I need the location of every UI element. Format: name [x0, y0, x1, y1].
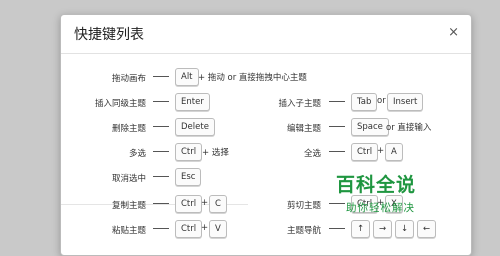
dash-separator [153, 176, 169, 177]
watermark-subtitle: 助你轻松解决 [346, 202, 415, 214]
shortcut-label: 剪切主题 [286, 201, 321, 211]
dash-separator [329, 151, 345, 152]
shortcut-row-delete: 删除主题 Delete [61, 118, 261, 136]
dash-separator [153, 101, 169, 102]
shortcut-label: 删除主题 [111, 124, 146, 134]
shortcut-description: + 拖动 or 直接拖拽中心主题 [198, 73, 307, 83]
shortcut-row-topic-nav: 主题导航 ↑ → ↓ ← [261, 220, 471, 238]
key-ctrl: Ctrl [351, 143, 379, 161]
key-alt: Alt [175, 68, 199, 86]
shortcut-row-insert-child: 插入子主题 Tab or Insert [261, 93, 471, 111]
key-arrow-down: ↓ [395, 220, 415, 238]
shortcut-row-multi-select: 多选 Ctrl + 选择 [61, 143, 261, 161]
shortcut-row-copy: 复制主题 Ctrl + C [61, 195, 261, 213]
dash-separator [153, 203, 169, 204]
dash-separator [153, 76, 169, 77]
shortcut-row-paste: 粘贴主题 Ctrl + V [61, 220, 261, 238]
dash-separator [153, 151, 169, 152]
key-c: C [209, 195, 227, 213]
key-delete: Delete [175, 118, 215, 136]
shortcut-row-drag-canvas: 拖动画布 Alt + 拖动 or 直接拖拽中心主题 [61, 68, 471, 86]
shortcut-label: 主题导航 [286, 226, 321, 236]
shortcut-row-insert-sibling: 插入同级主题 Enter [61, 93, 261, 111]
close-icon[interactable]: × [448, 25, 459, 40]
shortcut-row-cancel-select: 取消选中 Esc [61, 168, 261, 186]
key-v: V [209, 220, 227, 238]
shortcut-label: 拖动画布 [111, 74, 146, 84]
key-ctrl: Ctrl [175, 195, 203, 213]
dash-separator [329, 126, 345, 127]
shortcut-label: 编辑主题 [286, 124, 321, 134]
shortcut-label: 取消选中 [111, 174, 146, 184]
plus-sign: + [201, 198, 209, 208]
key-a: A [385, 143, 403, 161]
key-insert: Insert [387, 93, 424, 111]
key-arrow-right: → [373, 220, 393, 238]
shortcut-label: 插入同级主题 [94, 99, 146, 109]
shortcut-dialog: 快捷键列表 × 拖动画布 Alt + 拖动 or 直接拖拽中心主题 插入同级主题… [60, 14, 472, 256]
shortcut-label: 粘贴主题 [111, 226, 146, 236]
or-text: or [377, 96, 386, 106]
shortcut-label: 插入子主题 [278, 99, 321, 109]
key-space: Space [351, 118, 389, 136]
shortcut-row-select-all: 全选 Ctrl + A [261, 143, 471, 161]
key-esc: Esc [175, 168, 202, 186]
dash-separator [329, 203, 345, 204]
key-ctrl: Ctrl [175, 143, 203, 161]
key-arrow-up: ↑ [351, 220, 371, 238]
watermark-title: 百科全说 [336, 174, 417, 196]
shortcut-description: or 直接输入 [386, 123, 432, 133]
plus-sign: + [201, 223, 209, 233]
dialog-title: 快捷键列表 [74, 27, 144, 43]
key-enter: Enter [175, 93, 210, 111]
shortcut-label: 全选 [303, 149, 321, 159]
dash-separator [329, 228, 345, 229]
dash-separator [153, 126, 169, 127]
plus-sign: + [377, 146, 385, 156]
shortcut-label: 多选 [128, 149, 146, 159]
shortcut-description: + 选择 [202, 148, 229, 158]
key-tab: Tab [351, 93, 378, 111]
shortcut-row-edit: 编辑主题 Space or 直接输入 [261, 118, 471, 136]
dash-separator [329, 101, 345, 102]
key-arrow-left: ← [417, 220, 437, 238]
shortcut-label: 复制主题 [111, 201, 146, 211]
dialog-header: 快捷键列表 × [61, 15, 471, 54]
dash-separator [153, 228, 169, 229]
key-ctrl: Ctrl [175, 220, 203, 238]
